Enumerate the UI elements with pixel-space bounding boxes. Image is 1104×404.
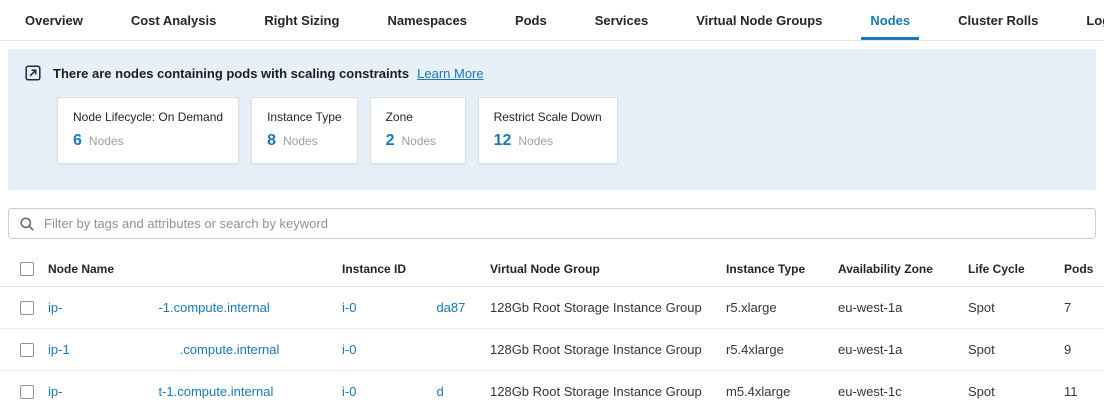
life-cycle-cell: Spot [958, 287, 1054, 329]
tab-log[interactable]: Log [1062, 0, 1104, 40]
constraint-card-instance-type[interactable]: Instance Type 8 Nodes [251, 97, 358, 164]
constraint-card-zone[interactable]: Zone 2 Nodes [370, 97, 466, 164]
card-unit: Nodes [518, 134, 553, 148]
column-header-life-cycle[interactable]: Life Cycle [958, 253, 1054, 287]
availability-zone-cell: eu-west-1a [828, 287, 958, 329]
node-name-link[interactable]: ip-1.compute.internal [48, 342, 279, 357]
instance-type-cell: r5.xlarge [716, 287, 828, 329]
life-cycle-cell: Spot [958, 371, 1054, 404]
card-title: Restrict Scale Down [494, 110, 602, 124]
table-header-row: Node Name Instance ID Virtual Node Group… [0, 253, 1104, 287]
card-unit: Nodes [89, 134, 124, 148]
row-checkbox[interactable] [20, 385, 34, 399]
pods-cell: 9 [1054, 329, 1104, 371]
vng-cell: 128Gb Root Storage Instance Group [480, 287, 716, 329]
scaling-constraints-banner: There are nodes containing pods with sca… [8, 49, 1096, 190]
tab-right-sizing[interactable]: Right Sizing [240, 0, 363, 40]
search-input[interactable] [44, 216, 1085, 231]
banner-message: There are nodes containing pods with sca… [53, 66, 409, 81]
node-name-link[interactable]: ip-t-1.compute.internal [48, 384, 273, 399]
card-title: Node Lifecycle: On Demand [73, 110, 223, 124]
vng-cell: 128Gb Root Storage Instance Group [480, 371, 716, 404]
instance-id-link[interactable]: i-0d [342, 384, 444, 399]
tab-services[interactable]: Services [571, 0, 673, 40]
instance-id-link[interactable]: i-0 [342, 342, 436, 357]
card-title: Instance Type [267, 110, 342, 124]
select-all-checkbox[interactable] [20, 262, 34, 276]
banner-message-row: There are nodes containing pods with sca… [24, 64, 1080, 82]
row-checkbox[interactable] [20, 301, 34, 315]
card-unit: Nodes [283, 134, 318, 148]
redacted-text [62, 310, 158, 312]
column-header-pods[interactable]: Pods [1054, 253, 1104, 287]
column-header-availability-zone[interactable]: Availability Zone [828, 253, 958, 287]
instance-type-cell: r5.4xlarge [716, 329, 828, 371]
nodes-table: Node Name Instance ID Virtual Node Group… [0, 253, 1104, 404]
availability-zone-cell: eu-west-1a [828, 329, 958, 371]
tab-virtual-node-groups[interactable]: Virtual Node Groups [672, 0, 846, 40]
table-row: ip-t-1.compute.internal i-0d 128Gb Root … [0, 371, 1104, 404]
pods-cell: 7 [1054, 287, 1104, 329]
node-name-link[interactable]: ip--1.compute.internal [48, 300, 270, 315]
row-checkbox[interactable] [20, 343, 34, 357]
vng-cell: 128Gb Root Storage Instance Group [480, 329, 716, 371]
column-header-node-name[interactable]: Node Name [38, 253, 332, 287]
pods-cell: 11 [1054, 371, 1104, 404]
learn-more-link[interactable]: Learn More [417, 66, 483, 81]
constraint-card-node-lifecycle[interactable]: Node Lifecycle: On Demand 6 Nodes [57, 97, 239, 164]
card-unit: Nodes [401, 134, 436, 148]
constraint-card-restrict-scale-down[interactable]: Restrict Scale Down 12 Nodes [478, 97, 618, 164]
card-count: 2 [386, 132, 395, 150]
column-header-instance-type[interactable]: Instance Type [716, 253, 828, 287]
redacted-text [356, 310, 436, 312]
tab-cost-analysis[interactable]: Cost Analysis [107, 0, 241, 40]
filter-search [8, 208, 1096, 239]
column-header-virtual-node-group[interactable]: Virtual Node Group [480, 253, 716, 287]
tab-pods[interactable]: Pods [491, 0, 571, 40]
scaling-constraints-icon [24, 64, 42, 82]
constraint-cards: Node Lifecycle: On Demand 6 Nodes Instan… [57, 97, 1080, 164]
redacted-text [62, 394, 158, 396]
life-cycle-cell: Spot [958, 329, 1054, 371]
redacted-text [356, 394, 436, 396]
redacted-text [70, 352, 180, 354]
redacted-text [356, 352, 436, 354]
card-count: 12 [494, 132, 512, 150]
card-count: 8 [267, 132, 276, 150]
card-title: Zone [386, 110, 450, 124]
availability-zone-cell: eu-west-1c [828, 371, 958, 404]
tab-cluster-rolls[interactable]: Cluster Rolls [934, 0, 1062, 40]
card-count: 6 [73, 132, 82, 150]
search-icon [19, 216, 35, 232]
tab-overview[interactable]: Overview [1, 0, 107, 40]
tab-bar: Overview Cost Analysis Right Sizing Name… [0, 0, 1104, 41]
instance-type-cell: m5.4xlarge [716, 371, 828, 404]
table-row: ip--1.compute.internal i-0da87 128Gb Roo… [0, 287, 1104, 329]
table-row: ip-1.compute.internal i-0 128Gb Root Sto… [0, 329, 1104, 371]
tab-namespaces[interactable]: Namespaces [363, 0, 491, 40]
tab-nodes[interactable]: Nodes [846, 0, 934, 40]
instance-id-link[interactable]: i-0da87 [342, 300, 465, 315]
column-header-instance-id[interactable]: Instance ID [332, 253, 480, 287]
